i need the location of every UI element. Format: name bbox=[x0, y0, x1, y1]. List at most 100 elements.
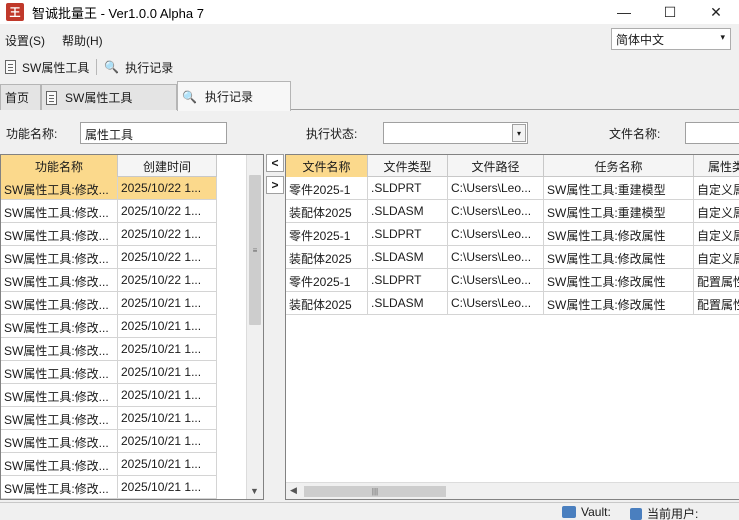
collapse-left-button[interactable]: < bbox=[266, 154, 284, 172]
table-row[interactable]: SW属性工具:修改... 2025/10/21 1... bbox=[1, 384, 217, 407]
column-header[interactable]: 任务名称 bbox=[544, 155, 694, 177]
table-cell: 2025/10/22 1... bbox=[118, 223, 217, 245]
table-row[interactable]: SW属性工具:修改... 2025/10/22 1... bbox=[1, 200, 217, 223]
table-row[interactable]: SW属性工具:修改... 2025/10/21 1... bbox=[1, 315, 217, 338]
table-row[interactable]: SW属性工具:修改... 2025/10/22 1... bbox=[1, 177, 217, 200]
document-icon bbox=[5, 60, 16, 74]
table-cell: 零件2025-1 bbox=[286, 223, 368, 245]
exec-log-button[interactable]: 🔍 执行记录 bbox=[99, 59, 178, 76]
table-cell: SW属性工具:修改属性 bbox=[544, 223, 694, 245]
horizontal-scrollbar[interactable]: ◀ ||| bbox=[286, 482, 739, 499]
language-select[interactable]: 简体中文 ▾ bbox=[611, 28, 731, 50]
table-cell: SW属性工具:重建模型 bbox=[544, 177, 694, 199]
table-row[interactable]: 零件2025-1 .SLDPRT C:\Users\Leo... SW属性工具:修改属… bbox=[286, 269, 739, 292]
table-row[interactable]: SW属性工具:修改... 2025/10/21 1... bbox=[1, 407, 217, 430]
table-cell: .SLDPRT bbox=[368, 223, 448, 245]
vault-icon bbox=[562, 506, 576, 518]
file-name-input[interactable] bbox=[685, 122, 739, 144]
table-row[interactable]: SW属性工具:修改... 2025/10/21 1... bbox=[1, 292, 217, 315]
window-controls: — ☐ ✕ bbox=[601, 0, 739, 24]
table-cell: SW属性工具:修改... bbox=[1, 269, 118, 291]
function-name-label: 功能名称: bbox=[6, 127, 58, 141]
file-name-label: 文件名称: bbox=[609, 127, 661, 141]
scroll-thumb[interactable]: ||| bbox=[304, 486, 446, 497]
menu-help[interactable]: 帮助(H) bbox=[62, 32, 103, 49]
table-cell: C:\Users\Leo... bbox=[448, 177, 544, 199]
chevron-down-icon: ▾ bbox=[720, 32, 725, 42]
column-header[interactable]: 功能名称 bbox=[1, 155, 118, 177]
table-row[interactable]: 装配体2025 .SLDASM C:\Users\Leo... SW属性工具:修改属性… bbox=[286, 292, 739, 315]
table-row[interactable]: SW属性工具:修改... 2025/10/22 1... bbox=[1, 246, 217, 269]
minimize-button[interactable]: — bbox=[601, 0, 647, 24]
scroll-down-icon[interactable]: ▼ bbox=[250, 486, 259, 496]
toolbar: SW属性工具 🔍 执行记录 bbox=[0, 55, 739, 79]
column-header[interactable]: 文件类型 bbox=[368, 155, 448, 177]
table-cell: SW属性工具:修改属性 bbox=[544, 292, 694, 314]
function-name-input[interactable]: 属性工具 bbox=[80, 122, 227, 144]
tab-sw-tool[interactable]: SW属性工具 bbox=[41, 84, 177, 110]
table-cell: SW属性工具:修改... bbox=[1, 430, 118, 452]
table-row[interactable]: SW属性工具:修改... 2025/10/22 1... bbox=[1, 223, 217, 246]
table-row[interactable]: 装配体2025 .SLDASM C:\Users\Leo... SW属性工具:修改属性… bbox=[286, 246, 739, 269]
table-row[interactable]: SW属性工具:修改... 2025/10/21 1... bbox=[1, 476, 217, 499]
table-cell: SW属性工具:修改... bbox=[1, 453, 118, 475]
close-button[interactable]: ✕ bbox=[693, 0, 739, 24]
sw-tool-label: SW属性工具 bbox=[22, 60, 90, 75]
table-cell: 2025/10/21 1... bbox=[118, 338, 217, 360]
table-row[interactable]: 装配体2025 .SLDASM C:\Users\Leo... SW属性工具:重建模型… bbox=[286, 200, 739, 223]
column-header[interactable]: 文件名称 bbox=[286, 155, 368, 177]
table-cell: SW属性工具:修改... bbox=[1, 177, 118, 199]
task-list-header: 功能名称 创建时间 bbox=[1, 155, 217, 177]
table-cell: 2025/10/21 1... bbox=[118, 292, 217, 314]
column-header[interactable]: 属性类 bbox=[694, 155, 739, 177]
file-detail-grid: 文件名称 文件类型 文件路径 任务名称 属性类 零件2025-1.SLDPRTC… bbox=[285, 154, 739, 500]
expand-left-button[interactable]: > bbox=[266, 176, 284, 194]
column-header[interactable]: 创建时间 bbox=[118, 155, 217, 177]
table-cell: 自定义属 bbox=[694, 246, 739, 268]
table-cell: 自定义属 bbox=[694, 177, 739, 199]
table-row[interactable]: 零件2025-1 .SLDPRT C:\Users\Leo... SW属性工具:修改属… bbox=[286, 223, 739, 246]
table-cell: 装配体2025 bbox=[286, 246, 368, 268]
table-cell: C:\Users\Leo... bbox=[448, 246, 544, 268]
table-cell: 2025/10/22 1... bbox=[118, 246, 217, 268]
file-detail-header: 文件名称 文件类型 文件路径 任务名称 属性类 bbox=[286, 155, 739, 177]
tab-home[interactable]: 首页 bbox=[0, 84, 41, 110]
scroll-thumb[interactable]: ≡ bbox=[249, 175, 261, 325]
menu-settings[interactable]: 设置(S) bbox=[5, 32, 45, 49]
table-cell: SW属性工具:修改... bbox=[1, 361, 118, 383]
tab-home-label: 首页 bbox=[5, 91, 30, 105]
vertical-scrollbar[interactable]: ≡ ▼ bbox=[246, 155, 263, 499]
status-bar: Vault: 当前用户: bbox=[0, 502, 739, 520]
table-cell: SW属性工具:修改属性 bbox=[544, 246, 694, 268]
sw-tool-button[interactable]: SW属性工具 bbox=[0, 59, 94, 76]
table-cell: .SLDASM bbox=[368, 292, 448, 314]
tab-exec-log[interactable]: 🔍 执行记录 bbox=[177, 81, 291, 111]
table-row[interactable]: 零件2025-1 .SLDPRT C:\Users\Leo... SW属性工具:重建模… bbox=[286, 177, 739, 200]
exec-status-select[interactable]: ▾ bbox=[383, 122, 528, 144]
table-cell: 2025/10/21 1... bbox=[118, 315, 217, 337]
vault-status: Vault: bbox=[562, 505, 611, 519]
table-cell: 配置属性 bbox=[694, 269, 739, 291]
maximize-button[interactable]: ☐ bbox=[647, 0, 693, 24]
exec-log-label: 执行记录 bbox=[125, 60, 174, 75]
file-detail-rows: 零件2025-1 .SLDPRT C:\Users\Leo... SW属性工具:重建模… bbox=[286, 177, 739, 315]
table-row[interactable]: SW属性工具:修改... 2025/10/22 1... bbox=[1, 269, 217, 292]
table-cell: SW属性工具:修改... bbox=[1, 407, 118, 429]
table-cell: 2025/10/21 1... bbox=[118, 407, 217, 429]
table-cell: C:\Users\Leo... bbox=[448, 292, 544, 314]
table-cell: SW属性工具:修改... bbox=[1, 292, 118, 314]
table-row[interactable]: SW属性工具:修改... 2025/10/21 1... bbox=[1, 338, 217, 361]
column-header[interactable]: 文件路径 bbox=[448, 155, 544, 177]
table-row[interactable]: SW属性工具:修改... 2025/10/21 1... bbox=[1, 453, 217, 476]
table-cell: SW属性工具:修改... bbox=[1, 315, 118, 337]
table-cell: .SLDPRT bbox=[368, 177, 448, 199]
table-row[interactable]: SW属性工具:修改... 2025/10/21 1... bbox=[1, 430, 217, 453]
user-status: 当前用户: bbox=[630, 505, 698, 520]
scroll-left-icon[interactable]: ◀ bbox=[290, 485, 297, 496]
table-cell: 2025/10/21 1... bbox=[118, 453, 217, 475]
table-row[interactable]: SW属性工具:修改... 2025/10/21 1... bbox=[1, 361, 217, 384]
search-icon: 🔍 bbox=[104, 60, 120, 74]
chevron-down-icon[interactable]: ▾ bbox=[512, 124, 526, 142]
search-icon: 🔍 bbox=[182, 89, 197, 104]
table-cell: SW属性工具:修改... bbox=[1, 476, 118, 498]
